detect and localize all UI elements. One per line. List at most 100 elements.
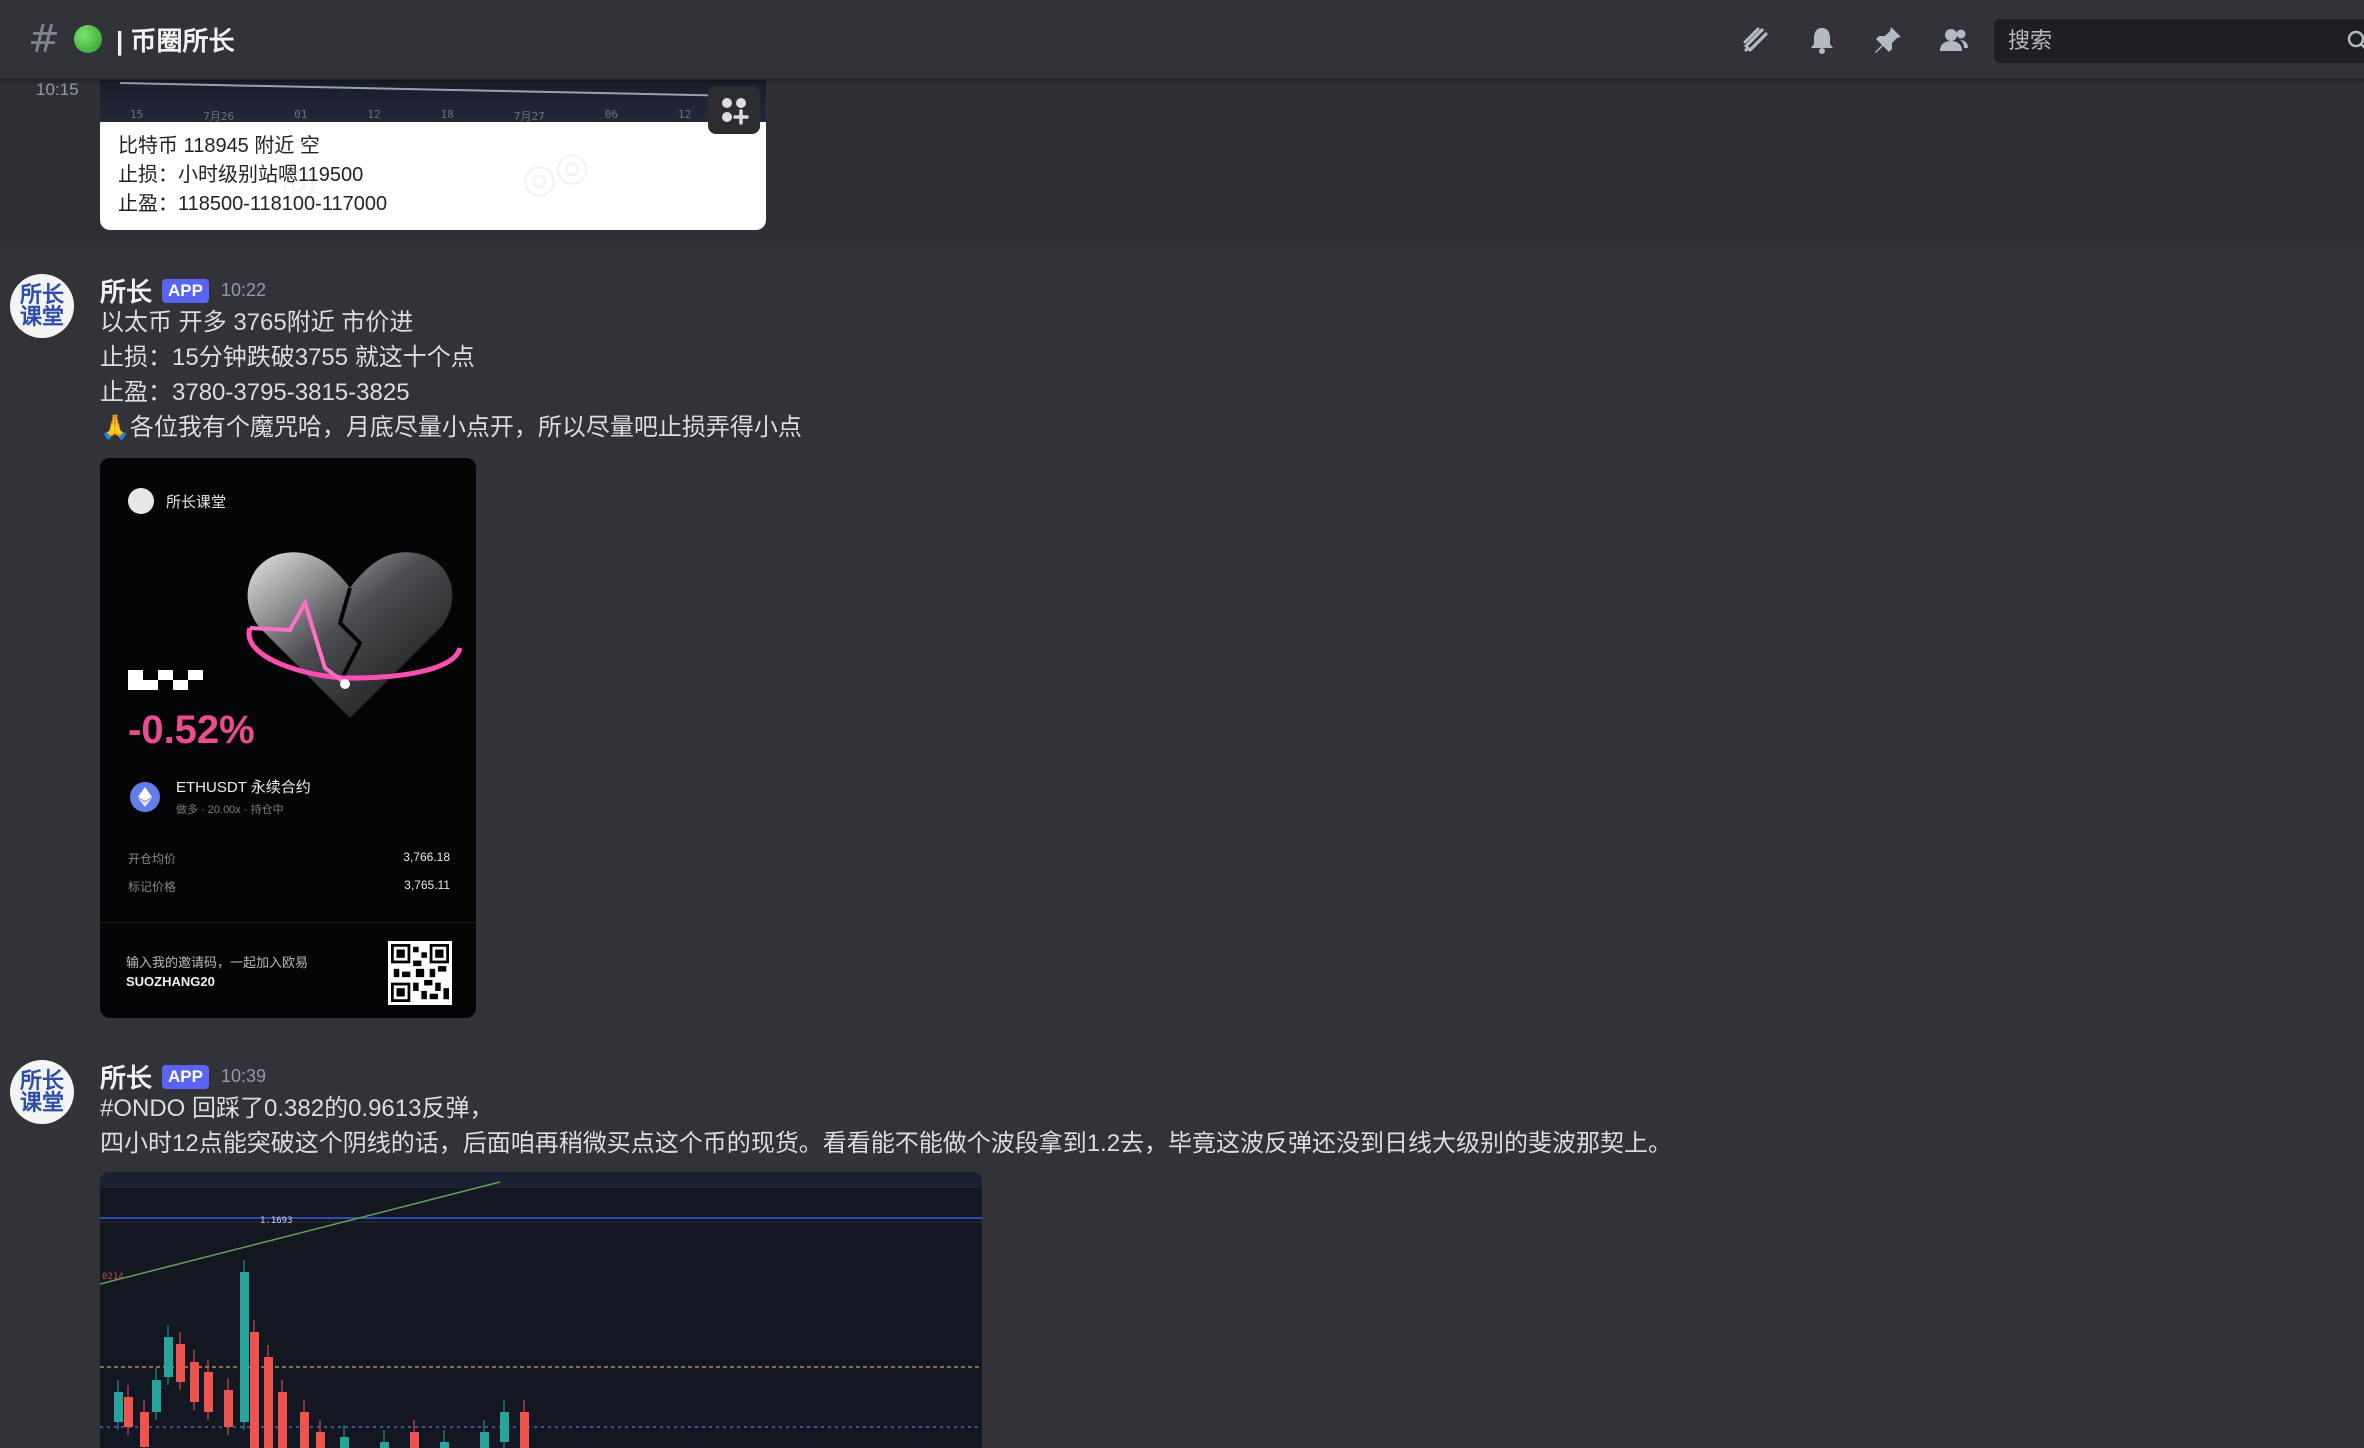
mark-price-row: 标记价格 3,765.11 bbox=[128, 878, 450, 895]
message-text-line: 🙏各位我有个魔咒哈，月底尽量小点开，所以尽量吧止损弄得小点 bbox=[100, 414, 802, 441]
app-badge: APP bbox=[162, 278, 209, 303]
pair-row: ETHUSDT 永续合约 做多 · 20.00x · 持仓中 bbox=[130, 776, 311, 817]
channel-title: | 币圈所长 bbox=[116, 21, 235, 58]
broken-heart-icon bbox=[246, 552, 463, 718]
candle-body bbox=[380, 1442, 389, 1448]
avatar-text: 课堂 bbox=[19, 1090, 64, 1116]
card-divider bbox=[100, 922, 476, 923]
members-icon[interactable] bbox=[1938, 24, 1970, 56]
search-icon bbox=[2347, 30, 2364, 49]
okx-position-card[interactable]: 所长课堂 -0.52% ETHUSDT 永续合约 做多 · 20.00x · 持… bbox=[100, 458, 476, 1018]
thread-channel-icon: # bbox=[28, 17, 60, 61]
avatar[interactable]: 所长 课堂 bbox=[10, 274, 74, 338]
apps-icon bbox=[722, 98, 749, 125]
candlestick-chart bbox=[100, 1172, 982, 1448]
channel-header: # 币圈所长 | 币圈所长 bbox=[0, 0, 2364, 80]
open-price-row: 开仓均价 3,766.18 bbox=[128, 850, 450, 867]
candle-body bbox=[140, 1412, 149, 1447]
search-box[interactable] bbox=[1994, 19, 2364, 63]
image-text-line: 止盈：118500-118100-117000 bbox=[118, 193, 388, 215]
ethereum-icon bbox=[130, 781, 160, 812]
strip-label: 18 bbox=[440, 108, 454, 121]
candle-body bbox=[240, 1272, 249, 1422]
candle-body bbox=[520, 1412, 529, 1448]
chart-axis-label: 0214 bbox=[102, 1272, 124, 1282]
candle-body bbox=[500, 1412, 509, 1442]
trend-line bbox=[119, 82, 740, 97]
mark-price-value: 3,765.11 bbox=[404, 878, 450, 892]
candle-body bbox=[152, 1380, 161, 1412]
message-text-line: #ONDO 回踩了0.382的0.9613反弹， bbox=[100, 1095, 494, 1122]
app-badge: APP bbox=[162, 1064, 209, 1089]
strip-label: 15 bbox=[130, 108, 144, 121]
brand-logo-icon bbox=[128, 488, 154, 514]
pair-name: ETHUSDT 永续合约 bbox=[176, 779, 311, 796]
open-price-label: 开仓均价 bbox=[128, 852, 177, 866]
brand-name: 所长课堂 bbox=[166, 493, 227, 511]
search-input[interactable] bbox=[2008, 28, 2308, 54]
chart-strip-labels: 15 7月26 01 12 18 7月27 06 12 bbox=[130, 108, 691, 124]
image-text-line: 止损：小时级别站嗯119500 bbox=[118, 164, 364, 186]
chart-strip: 15 7月26 01 12 18 7月27 06 12 bbox=[100, 80, 766, 124]
author-name[interactable]: 所长 bbox=[100, 272, 152, 309]
threads-icon[interactable] bbox=[1740, 24, 1772, 56]
candle-body bbox=[300, 1412, 309, 1448]
candle-body bbox=[480, 1432, 489, 1448]
strip-label: 12 bbox=[367, 108, 381, 121]
strip-label: 7月27 bbox=[513, 110, 545, 123]
attachment-image[interactable]: 15 7月26 01 12 18 7月27 06 12 ◎◎ ◎ 比特币 118… bbox=[100, 80, 766, 230]
message-header: 所长 APP 10:39 bbox=[100, 1058, 266, 1095]
candle-body bbox=[176, 1344, 185, 1382]
candle-body bbox=[410, 1432, 419, 1448]
candle-body bbox=[114, 1392, 123, 1422]
message-text-line: 以太币 开多 3765附近 市价进 bbox=[100, 309, 414, 336]
mark-price-label: 标记价格 bbox=[128, 880, 177, 894]
message-timestamp: 10:39 bbox=[220, 1066, 267, 1086]
attachment-chart-image[interactable]: 1.1693 0214 bbox=[100, 1172, 982, 1448]
candle-body bbox=[124, 1397, 133, 1427]
app-window: # 币圈所长 | 币圈所长 10:15 bbox=[0, 0, 2364, 1448]
strip-label: 01 bbox=[294, 108, 308, 121]
avatar-text: 课堂 bbox=[19, 304, 64, 330]
card-brand: 所长课堂 bbox=[128, 488, 226, 514]
avatar[interactable]: 所长 课堂 bbox=[10, 1060, 74, 1124]
open-price-value: 3,766.18 bbox=[403, 850, 450, 864]
image-text-line: 比特币 118945 附近 空 bbox=[118, 135, 320, 157]
pin-icon[interactable] bbox=[1872, 24, 1904, 56]
candle-body bbox=[278, 1392, 287, 1448]
channel-separator: | bbox=[116, 25, 131, 56]
chart-peak-label: 1.1693 bbox=[260, 1216, 293, 1226]
strip-label: 7月26 bbox=[203, 110, 235, 123]
message-text-line: 四小时12点能突破这个阴线的话，后面咱再稍微买点这个币的现货。看看能不能做个波段… bbox=[100, 1130, 1673, 1157]
channel-title-text: 币圈所长 bbox=[130, 25, 235, 56]
message-text-line: 止盈：3780-3795-3815-3825 bbox=[100, 379, 410, 406]
message-timestamp: 10:22 bbox=[220, 280, 267, 300]
watermark: ◎◎ bbox=[514, 140, 596, 206]
qr-code-icon bbox=[388, 941, 452, 1005]
pnl-percent: -0.52% bbox=[128, 708, 255, 752]
message-text-line: 止损：15分钟跌破3755 就这十个点 bbox=[100, 344, 475, 371]
candle-body bbox=[250, 1332, 259, 1448]
position-details: 做多 · 20.00x · 持仓中 bbox=[176, 804, 284, 816]
candle-body bbox=[190, 1362, 199, 1402]
strip-label: 12 bbox=[678, 108, 692, 121]
header-toolbar bbox=[1740, 0, 1970, 80]
bell-icon[interactable] bbox=[1806, 24, 1838, 56]
author-name[interactable]: 所长 bbox=[100, 1058, 152, 1095]
candle-body bbox=[204, 1372, 213, 1412]
invite-text: 输入我的邀请码，一起加入欧易 bbox=[126, 955, 309, 970]
green-circle-icon bbox=[74, 25, 102, 53]
image-text: 比特币 118945 附近 空 止损：小时级别站嗯119500 止盈：11850… bbox=[118, 132, 387, 219]
message-header: 所长 APP 10:22 bbox=[100, 272, 266, 309]
candle-body bbox=[164, 1337, 173, 1377]
candle-body bbox=[316, 1432, 325, 1448]
candle-body bbox=[224, 1390, 233, 1427]
candle-body bbox=[264, 1357, 273, 1448]
candle-body bbox=[440, 1442, 449, 1448]
app-launcher-button[interactable] bbox=[708, 86, 760, 134]
candle-body bbox=[340, 1437, 349, 1448]
message-timestamp: 10:15 bbox=[36, 80, 79, 99]
strip-label: 06 bbox=[604, 108, 618, 121]
okx-logo-icon bbox=[128, 670, 203, 690]
invite-code: SUOZHANG20 bbox=[126, 974, 215, 989]
